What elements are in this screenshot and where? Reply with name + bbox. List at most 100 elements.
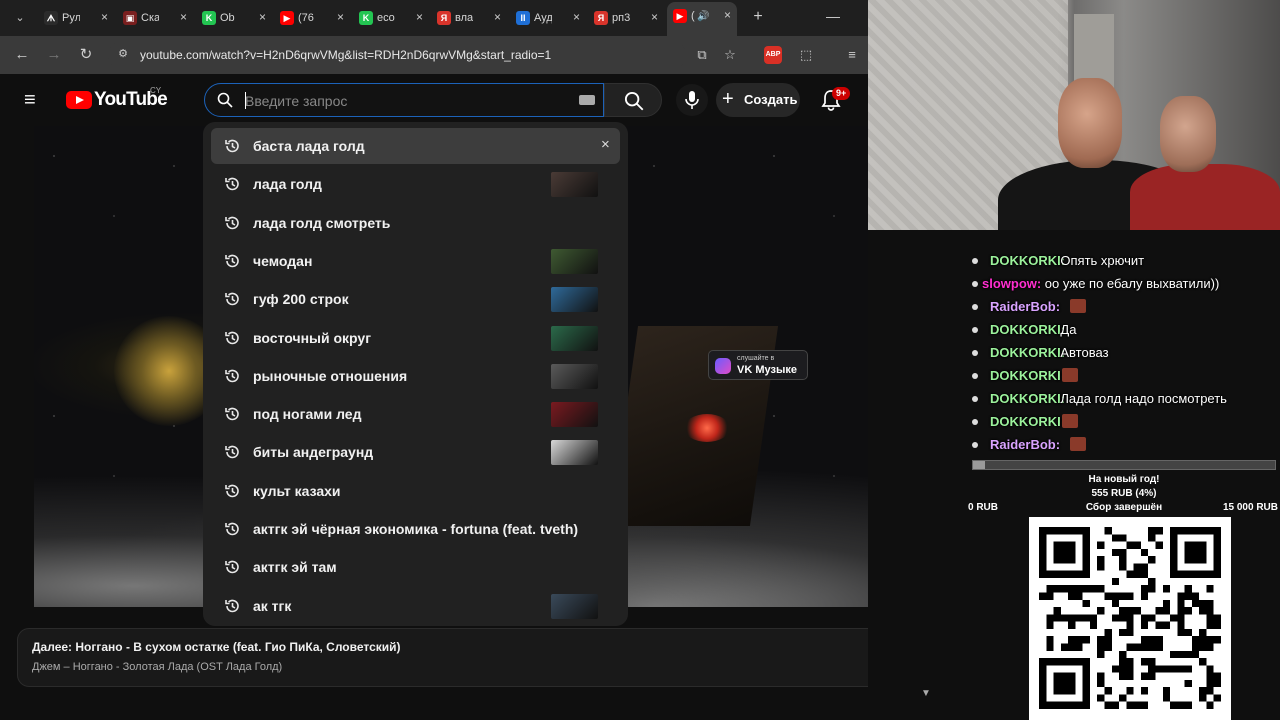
history-icon	[225, 407, 239, 421]
tab-favicon-icon: K	[202, 11, 216, 25]
suggestion-text: восточный округ	[253, 329, 372, 346]
adblock-extension-icon[interactable]: ABP	[764, 46, 782, 64]
chat-badge-icon	[972, 304, 978, 310]
vk-badge-line1: слушайте в	[737, 355, 775, 362]
tab-title: Рул	[62, 12, 80, 24]
history-icon	[225, 484, 239, 497]
extensions-puzzle-icon[interactable]: ⬚	[796, 45, 816, 65]
chat-message: DOKKORKI: Автоваз	[968, 342, 1280, 364]
suggestion-text: рыночные отношения	[253, 367, 408, 384]
search-suggestion[interactable]: баста лада голд ×	[211, 128, 620, 164]
tab-favicon-icon: Я	[437, 11, 451, 25]
address-url[interactable]: youtube.com/watch?v=H2nD6qrwVMg&list=RDH…	[140, 48, 551, 62]
tab-favicon-icon: K	[359, 11, 373, 25]
search-icon	[624, 91, 644, 111]
browser-toolbar: ← → ↻ ⚙ youtube.com/watch?v=H2nD6qrwVMg&…	[0, 36, 868, 74]
close-tab-icon[interactable]: ×	[416, 10, 423, 24]
forward-button[interactable]: →	[44, 45, 64, 65]
microphone-icon	[685, 91, 699, 109]
chat-username: DOKKORKI:	[990, 368, 1066, 383]
search-suggestion[interactable]: актгк эй чёрная экономика - fortuna (fea…	[211, 511, 620, 547]
search-suggestion[interactable]: под ногами лед	[211, 396, 620, 432]
search-suggestion[interactable]: культ казахи	[211, 473, 620, 509]
tab-title: рп3	[612, 12, 630, 24]
suggestion-text: баста лада голд	[253, 138, 365, 154]
youtube-header: ≡ YouTube CY Введите запрос + Создать 9+	[0, 74, 868, 126]
tab-title: eco	[377, 12, 395, 24]
install-app-icon[interactable]: ⧉	[692, 45, 712, 65]
voice-search-button[interactable]	[676, 84, 708, 116]
reading-list-icon[interactable]: ≡	[842, 45, 862, 65]
chat-emote	[1062, 368, 1079, 383]
chat-badge-icon	[972, 373, 978, 379]
history-icon	[225, 599, 239, 612]
chat-text: оо уже по ебалу выхватили))	[1044, 276, 1220, 291]
search-input[interactable]: Введите запрос	[204, 83, 604, 117]
suggestion-text: гуф 200 строк	[253, 291, 349, 308]
scroll-down-arrow[interactable]: ▼	[921, 688, 931, 699]
notification-badge: 9+	[832, 87, 851, 100]
close-tab-icon[interactable]: ×	[101, 10, 108, 24]
history-icon	[225, 369, 239, 383]
search-suggestion[interactable]: лада голд	[211, 166, 620, 202]
close-tab-icon[interactable]: ×	[259, 10, 266, 24]
tab-search-button[interactable]: ⌄	[8, 7, 32, 29]
close-tab-icon[interactable]: ×	[573, 10, 580, 24]
browser-tab[interactable]: Keco ×	[353, 4, 429, 32]
history-icon	[225, 139, 239, 153]
browser-tab[interactable]: K Ob ×	[196, 4, 272, 32]
browser-tab[interactable]: ▶ (76 ×	[274, 4, 350, 32]
browser-tab[interactable]: Ярп3 ×	[588, 4, 664, 32]
site-info-icon[interactable]: ⚙	[116, 47, 130, 61]
bookmark-star-icon[interactable]: ☆	[720, 45, 740, 65]
close-tab-icon[interactable]: ×	[337, 10, 344, 24]
vk-music-icon	[715, 358, 731, 374]
goal-amount: 555 RUB (4%)	[1091, 488, 1157, 499]
close-tab-icon[interactable]: ×	[494, 10, 501, 24]
history-icon	[225, 446, 239, 459]
chat-message: slowpow: оо уже по ебалу выхватили))	[968, 273, 1280, 295]
chat-message: DOKKORKI: Опять хрючит	[968, 250, 1280, 272]
search-suggestion[interactable]: гуф 200 строк	[211, 281, 620, 317]
minimize-button[interactable]: —	[826, 8, 840, 24]
qr-code-pattern	[1039, 527, 1221, 709]
browser-tab[interactable]: Явла ×	[431, 4, 507, 32]
browser-tab[interactable]: ▶(🔊 ×	[667, 2, 737, 36]
chat-text: Автоваз	[1060, 345, 1109, 360]
search-suggestion[interactable]: чемодан	[211, 243, 620, 279]
tab-title: Ска	[141, 12, 159, 24]
remove-suggestion-icon[interactable]: ×	[601, 136, 610, 154]
search-button[interactable]	[604, 83, 662, 117]
streamer-face	[1058, 78, 1122, 168]
up-next-bar[interactable]: Далее: Ноггано - В сухом остатке (feat. …	[17, 628, 868, 687]
new-tab-button[interactable]: +	[748, 7, 768, 27]
back-button[interactable]: ←	[12, 45, 32, 65]
search-suggestion[interactable]: лада голд смотреть	[211, 205, 620, 241]
goal-progress-bar	[972, 460, 1276, 470]
close-tab-icon[interactable]: ×	[651, 10, 658, 24]
tab-favicon-icon: ▶	[673, 9, 687, 23]
webcam-overlay	[868, 0, 1280, 230]
search-suggestion[interactable]: рыночные отношения	[211, 358, 620, 394]
vk-badge-line2: VK Музыке	[737, 364, 797, 376]
up-next-title[interactable]: Далее: Ноггано - В сухом остатке (feat. …	[32, 640, 401, 654]
search-suggestion[interactable]: биты андеграунд	[211, 434, 620, 470]
keyboard-icon[interactable]	[579, 95, 595, 105]
search-suggestion[interactable]: ак тгк	[211, 588, 620, 624]
reload-button[interactable]: ↻	[76, 45, 96, 65]
chat-username: RaiderBob:	[990, 437, 1061, 452]
suggestion-thumbnail	[551, 325, 598, 351]
browser-tab[interactable]: II Ауд ×	[510, 4, 586, 32]
tab-title: (76	[298, 12, 314, 24]
close-tab-icon[interactable]: ×	[724, 8, 731, 22]
create-button[interactable]: + Создать	[716, 83, 800, 117]
address-bar[interactable]: ⚙ youtube.com/watch?v=H2nD6qrwVMg&list=R…	[108, 41, 686, 69]
browser-tab[interactable]: ᗑ Рул ×	[38, 4, 114, 32]
search-suggestions-dropdown: баста лада голд × лада голд лада голд смотр…	[203, 122, 628, 626]
search-suggestion[interactable]: актгк эй там	[211, 549, 620, 585]
browser-tab[interactable]: ▣ Ска ×	[117, 4, 193, 32]
close-tab-icon[interactable]: ×	[180, 10, 187, 24]
audio-playing-icon[interactable]: 🔊	[697, 11, 709, 22]
search-suggestion[interactable]: восточный округ	[211, 320, 620, 356]
menu-icon[interactable]: ≡	[24, 90, 46, 110]
